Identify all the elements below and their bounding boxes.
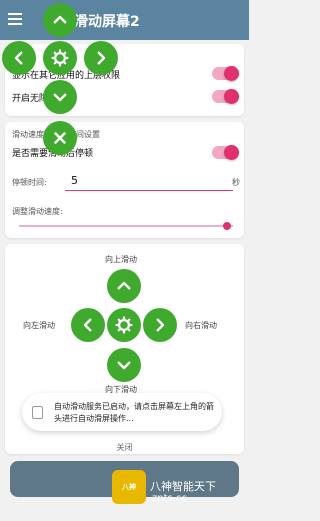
close-icon [54, 132, 66, 144]
speed-slider-thumb[interactable] [222, 222, 231, 230]
chevron-right-icon [97, 51, 106, 65]
floating-settings-button[interactable] [43, 41, 77, 75]
speed-settings-card: 滑动速度与停顿时间设置 是否需要滑动后停顿 停顿时间: 5 秒 调整滑动速度: [5, 122, 244, 238]
speed-slider[interactable] [19, 225, 233, 227]
pause-time-underline [65, 190, 233, 191]
close-label[interactable]: 关闭 [0, 442, 249, 453]
floating-down-button[interactable] [43, 80, 77, 114]
floating-close-button[interactable] [43, 121, 77, 155]
accessibility-switch[interactable] [212, 89, 239, 104]
floating-right-button[interactable] [84, 41, 118, 75]
app-icon [32, 406, 43, 419]
app-bar: 滑动屏幕2 [0, 0, 249, 40]
pause-switch[interactable] [212, 145, 239, 160]
chevron-down-icon [117, 361, 131, 370]
chevron-down-icon [53, 93, 67, 102]
pause-time-unit: 秒 [232, 178, 240, 187]
watermark-url: znts.cc [152, 493, 187, 504]
service-started-toast: 自动滑动服务已启动，请点击屏幕左上角的箭头进行自动滑屏操作... [22, 393, 222, 431]
switch-knob [224, 66, 239, 81]
gear-icon [115, 316, 133, 334]
gear-icon [51, 49, 69, 67]
permissions-card: 权限 显示在其它应用的上层权限 开启无障碍 [5, 44, 244, 116]
toast-message: 自动滑动服务已启动，请点击屏幕左上角的箭头进行自动滑屏操作... [54, 402, 214, 423]
floating-left-button[interactable] [2, 41, 36, 75]
swipe-settings-button[interactable] [107, 308, 141, 342]
app-title: 滑动屏幕2 [74, 14, 140, 30]
chevron-up-icon [117, 281, 131, 290]
watermark-name: 八神智能天下 [150, 480, 216, 493]
hamburger-menu-icon[interactable] [8, 10, 24, 30]
swipe-left-button[interactable] [71, 308, 105, 342]
swipe-right-label: 向右滑动 [185, 321, 217, 330]
chevron-left-icon [83, 318, 92, 332]
pause-time-input[interactable]: 5 [71, 174, 78, 187]
overlay-permission-switch[interactable] [212, 66, 239, 81]
switch-knob [224, 89, 239, 104]
chevron-up-icon [53, 15, 67, 24]
chevron-right-icon [156, 318, 165, 332]
swipe-up-button[interactable] [107, 269, 141, 303]
swipe-down-button[interactable] [107, 348, 141, 382]
floating-up-button[interactable] [43, 3, 77, 37]
swipe-right-button[interactable] [143, 308, 177, 342]
pause-time-label: 停顿时间: [12, 178, 47, 187]
swipe-left-label: 向左滑动 [23, 321, 55, 330]
chevron-left-icon [14, 51, 23, 65]
speed-label: 调整滑动速度: [12, 207, 63, 216]
swipe-up-label: 向上滑动 [105, 255, 137, 264]
switch-knob [224, 145, 239, 160]
watermark-logo: 八神 [112, 470, 146, 504]
